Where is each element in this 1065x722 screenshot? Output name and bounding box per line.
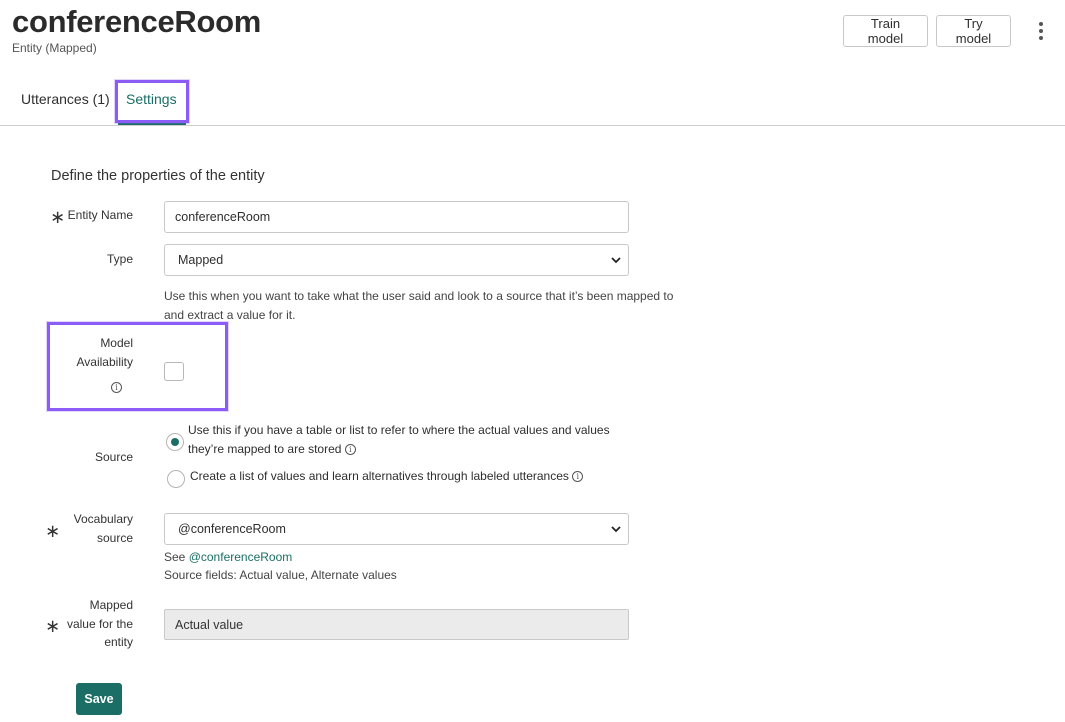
page-subtitle: Entity (Mapped) (12, 41, 97, 55)
overflow-menu-icon[interactable] (1033, 20, 1049, 42)
type-label: Type (106, 252, 133, 266)
info-icon[interactable]: i (111, 382, 122, 393)
page-title: conferenceRoom (12, 4, 262, 39)
model-availability-label: Model Availability (76, 336, 133, 369)
chevron-down-icon (611, 526, 621, 533)
vocabulary-see-line: See @conferenceRoom (164, 550, 293, 564)
required-indicator: ∗ (45, 521, 61, 541)
required-indicator: ∗ (45, 616, 61, 636)
entity-name-input[interactable] (164, 201, 629, 233)
tab-utterances[interactable]: Utterances (1) (21, 91, 110, 107)
source-fields-text: Source fields: Actual value, Alternate v… (164, 568, 397, 582)
save-button[interactable]: Save (76, 683, 122, 715)
type-help-text: Use this when you want to take what the … (164, 289, 674, 322)
vocabulary-source-select[interactable]: @conferenceRoom (164, 513, 629, 545)
mapped-value-label: Mapped value for the entity (66, 598, 133, 649)
tabs-divider (0, 125, 1065, 126)
source-option-list-text: Create a list of values and learn altern… (190, 467, 630, 486)
vocabulary-source-value: @conferenceRoom (178, 522, 286, 536)
type-select[interactable]: Mapped (164, 244, 629, 276)
entity-name-label: Entity Name (67, 208, 133, 222)
chevron-down-icon (611, 257, 621, 264)
source-radio-list[interactable] (167, 470, 185, 488)
info-icon[interactable]: i (572, 471, 584, 483)
mapped-value-field: Actual value (164, 609, 629, 640)
vocabulary-source-link[interactable]: @conferenceRoom (189, 550, 293, 564)
info-icon[interactable]: i (344, 444, 356, 456)
source-label: Source (94, 450, 133, 464)
train-model-button[interactable]: Train model (843, 15, 928, 47)
model-availability-checkbox[interactable] (164, 362, 184, 381)
source-option-table-text: Use this if you have a table or list to … (188, 423, 610, 456)
source-radio-table[interactable] (166, 433, 184, 451)
try-model-button[interactable]: Try model (936, 15, 1011, 47)
type-select-value: Mapped (178, 253, 224, 267)
section-heading: Define the properties of the entity (51, 168, 265, 184)
vocabulary-source-label: Vocabulary source (73, 512, 133, 545)
tab-settings[interactable]: Settings (126, 91, 177, 107)
